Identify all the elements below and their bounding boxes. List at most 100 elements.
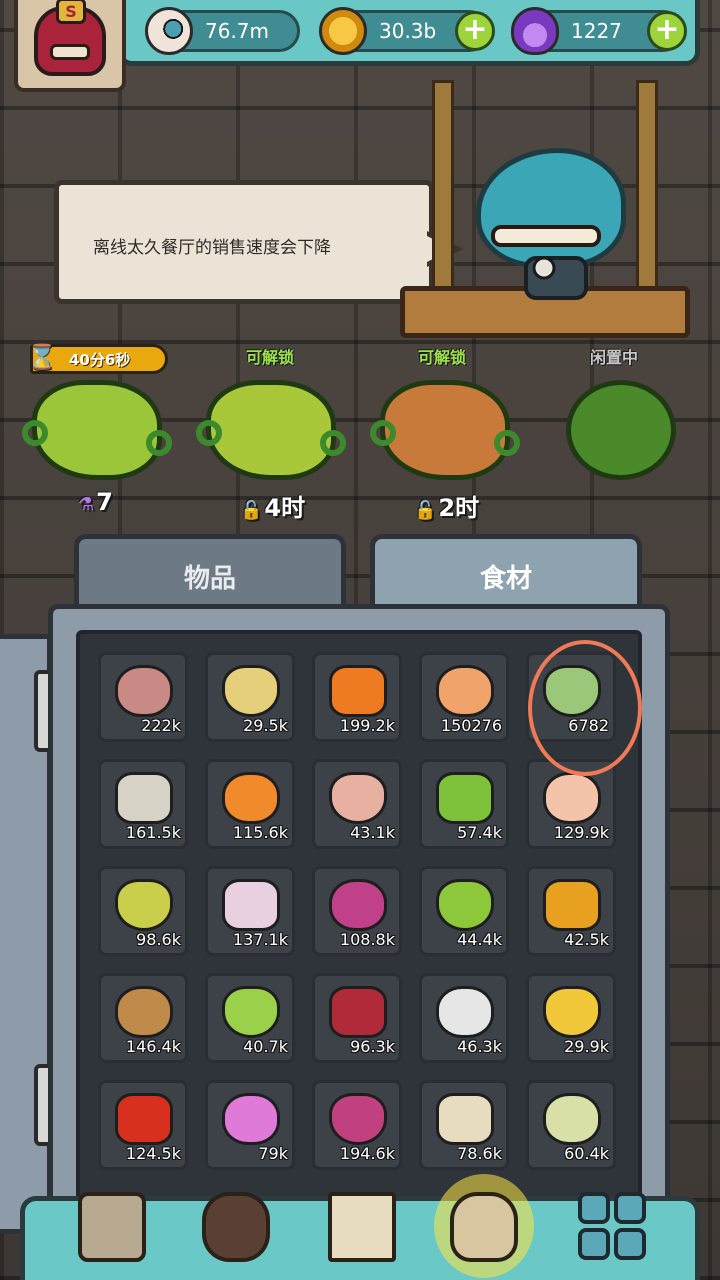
ingredient-count: 124.5k xyxy=(125,1144,181,1163)
eyeball-counter: 76.7m xyxy=(145,7,300,55)
ingredient-count: 78.6k xyxy=(457,1144,502,1163)
ingredient-slot-tomato[interactable]: 124.5k xyxy=(98,1080,188,1170)
drumstick-icon xyxy=(543,772,601,824)
plant-1-cost-value: 7 xyxy=(96,488,113,516)
ingredient-count: 29.5k xyxy=(243,716,288,735)
ingredient-slot-cabbage[interactable]: 60.4k xyxy=(526,1080,616,1170)
book-icon xyxy=(328,1192,396,1262)
ingredient-slot-onion[interactable]: 108.8k xyxy=(312,866,402,956)
player-avatar[interactable]: S xyxy=(14,0,126,92)
plant-slot-3[interactable] xyxy=(370,360,520,490)
monster-icon xyxy=(202,1192,270,1262)
plant-creature-3 xyxy=(380,380,510,480)
ingredient-count: 44.4k xyxy=(457,930,502,949)
grid-icon xyxy=(578,1192,646,1260)
ingredient-slot-dragon-fruit[interactable]: 137.1k xyxy=(205,866,295,956)
monster-teeth xyxy=(491,225,601,247)
ingredient-slot-cheese[interactable]: 29.9k xyxy=(526,973,616,1063)
tab-items[interactable]: 物品 xyxy=(74,534,346,614)
nav-restaurant-button[interactable] xyxy=(72,1186,152,1270)
ingredient-slot-pomegranate[interactable]: 96.3k xyxy=(312,973,402,1063)
plant-3-time-value: 2时 xyxy=(438,494,480,522)
shop-icon xyxy=(78,1192,146,1262)
potion-icon: ⚗ xyxy=(78,494,95,515)
cheese-icon xyxy=(543,986,601,1038)
plant-slot-2[interactable] xyxy=(196,360,346,490)
ingredient-slot-worms[interactable]: 43.1k xyxy=(312,759,402,849)
ingredient-slot-sweet-potato[interactable]: 194.6k xyxy=(312,1080,402,1170)
ingredient-slot-tofu[interactable]: 78.6k xyxy=(419,1080,509,1170)
ingredient-count: 96.3k xyxy=(350,1037,395,1056)
monster-legs xyxy=(524,256,588,300)
sugar-cubes-icon xyxy=(436,986,494,1038)
nav-bag-button[interactable] xyxy=(434,1174,534,1278)
ingredient-slot-celery[interactable]: 40.7k xyxy=(205,973,295,1063)
ingredient-slot-roots[interactable]: 29.5k xyxy=(205,652,295,742)
tab-ingredients[interactable]: 食材 xyxy=(370,534,642,614)
ingredient-count: 199.2k xyxy=(339,716,395,735)
avocado-icon xyxy=(115,879,173,931)
nav-book-button[interactable] xyxy=(322,1186,402,1270)
ingredient-slot-pink-egg[interactable]: 79k xyxy=(205,1080,295,1170)
celery-icon xyxy=(222,986,280,1038)
plant-slot-4[interactable] xyxy=(546,360,696,490)
potion-icon xyxy=(511,7,559,55)
ingredient-count: 98.6k xyxy=(136,930,181,949)
coin-icon xyxy=(319,7,367,55)
ingredient-slot-mushroom[interactable]: 115.6k xyxy=(205,759,295,849)
potion-value: 1227 xyxy=(571,19,622,43)
nav-monster-button[interactable] xyxy=(196,1186,276,1270)
ingredient-slot-carrot[interactable]: 199.2k xyxy=(312,652,402,742)
plant-1-cost: ⚗7 xyxy=(78,488,113,516)
ingredient-count: 43.1k xyxy=(350,823,395,842)
dragon-fruit-icon xyxy=(222,879,280,931)
swing-rope-left xyxy=(432,80,454,310)
add-coin-button[interactable]: + xyxy=(455,11,495,51)
kiwi-icon xyxy=(436,879,494,931)
nav-menu-button[interactable] xyxy=(574,1186,654,1270)
mandrake-icon xyxy=(115,986,173,1038)
tofu-icon xyxy=(436,1093,494,1145)
ingredient-slot-sugar-cubes[interactable]: 46.3k xyxy=(419,973,509,1063)
pomegranate-icon xyxy=(329,986,387,1038)
roots-icon xyxy=(222,665,280,717)
ingredient-slot-kiwi[interactable]: 44.4k xyxy=(419,866,509,956)
ingredient-slot-oyster[interactable]: 161.5k xyxy=(98,759,188,849)
ingredient-count: 137.1k xyxy=(232,930,288,949)
ingredient-slot-peas[interactable]: 57.4k xyxy=(419,759,509,849)
onion-icon xyxy=(329,879,387,931)
ingredient-count: 194.6k xyxy=(339,1144,395,1163)
ingredient-count: 222k xyxy=(141,716,181,735)
pink-egg-icon xyxy=(222,1093,280,1145)
tomato-icon xyxy=(115,1093,173,1145)
ingredient-count: 29.9k xyxy=(564,1037,609,1056)
ingredient-count: 79k xyxy=(258,1144,288,1163)
ingredient-slot-egg[interactable]: 150276 xyxy=(419,652,509,742)
ingredient-slot-avocado[interactable]: 98.6k xyxy=(98,866,188,956)
bag-icon xyxy=(450,1192,518,1262)
ingredient-count: 46.3k xyxy=(457,1037,502,1056)
ingredient-count: 42.5k xyxy=(564,930,609,949)
cabbage-icon xyxy=(543,1093,601,1145)
rank-badge: S xyxy=(56,0,86,24)
speech-text: 离线太久餐厅的销售速度会下降 xyxy=(93,238,331,258)
plant-slot-1[interactable] xyxy=(22,360,172,490)
meatballs-icon xyxy=(115,665,173,717)
coin-counter: 30.3b + xyxy=(319,7,495,55)
ingredient-slot-mandrake[interactable]: 146.4k xyxy=(98,973,188,1063)
ingredient-count: 146.4k xyxy=(125,1037,181,1056)
avatar-mouth xyxy=(50,44,90,60)
plant-creature-2 xyxy=(206,380,336,480)
highlight-circle xyxy=(528,640,642,776)
ingredient-count: 150276 xyxy=(440,716,502,735)
sweet-potato-icon xyxy=(329,1093,387,1145)
peas-icon xyxy=(436,772,494,824)
add-potion-button[interactable]: + xyxy=(647,11,687,51)
ingredient-count: 129.9k xyxy=(553,823,609,842)
ingredient-count: 57.4k xyxy=(457,823,502,842)
carrot-icon xyxy=(329,665,387,717)
ingredient-slot-pepper[interactable]: 42.5k xyxy=(526,866,616,956)
ingredient-slot-meatballs[interactable]: 222k xyxy=(98,652,188,742)
coin-value: 30.3b xyxy=(379,19,437,43)
chef-monster[interactable] xyxy=(476,128,646,300)
